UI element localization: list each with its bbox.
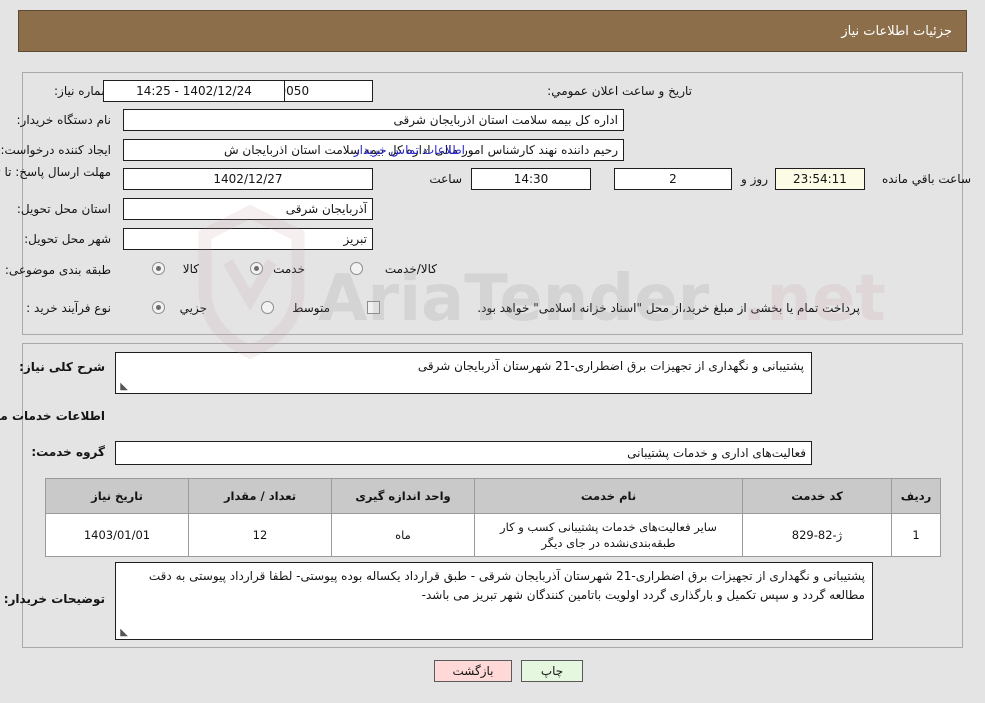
page-title: جزئیات اطلاعات نیاز bbox=[841, 23, 952, 39]
purchase-process-label: نوع فرآیند خرید : bbox=[26, 301, 111, 315]
print-button[interactable]: چاپ bbox=[521, 660, 583, 682]
radio-category-kala-label: کالا bbox=[182, 262, 199, 276]
col-service-code: کد خدمت bbox=[742, 478, 892, 514]
col-need-date: تاریخ نیاز bbox=[45, 478, 189, 514]
remaining-hours-label: ساعت باقي مانده bbox=[881, 172, 971, 186]
radio-process-jozi-label: جزیي bbox=[179, 301, 207, 315]
checkbox-islamic-treasury-docs[interactable] bbox=[367, 301, 380, 314]
buyer-notes-value: پشتیبانی و نگهداری از تجهیزات برق اضطرار… bbox=[148, 569, 865, 602]
cell-service-name: سایر فعالیت‌های خدمات پشتیبانی کسب و کار… bbox=[474, 513, 743, 557]
services-section-title: اطلاعات خدمات مورد نیاز bbox=[0, 409, 105, 423]
radio-category-khedmat[interactable] bbox=[250, 262, 263, 275]
remaining-days-value: 2 bbox=[614, 168, 732, 190]
radio-category-kala-khedmat[interactable] bbox=[350, 262, 363, 275]
radio-process-motevaset-label: متوسط bbox=[292, 301, 330, 315]
col-service-name: نام خدمت bbox=[474, 478, 743, 514]
radio-category-khedmat-label: خدمت bbox=[273, 262, 305, 276]
countdown-timer: 23:54:11 bbox=[775, 168, 865, 190]
page-header-bar: جزئیات اطلاعات نیاز bbox=[18, 10, 967, 52]
general-description-label: شرح کلی نیاز: bbox=[19, 360, 105, 374]
subject-category-label: طبقه بندی موضوعی: bbox=[4, 263, 111, 277]
back-button[interactable]: بازگشت bbox=[434, 660, 512, 682]
col-unit: واحد اندازه گیری bbox=[331, 478, 475, 514]
radio-process-jozi[interactable] bbox=[152, 301, 165, 314]
buyer-notes-label: توضیحات خریدار: bbox=[3, 592, 105, 606]
general-description-box[interactable]: پشتیبانی و نگهداری از تجهیزات برق اضطرار… bbox=[115, 352, 812, 394]
delivery-city-label: شهر محل تحویل: bbox=[24, 232, 111, 246]
table-row: 1 ژ-82-829 سایر فعالیت‌های خدمات پشتیبان… bbox=[45, 513, 941, 557]
cell-unit: ماه bbox=[331, 513, 475, 557]
deadline-date-value: 1402/12/27 bbox=[123, 168, 373, 190]
services-table: ردیف کد خدمت نام خدمت واحد اندازه گیری ت… bbox=[45, 478, 941, 557]
cell-row-no: 1 bbox=[891, 513, 941, 557]
radio-category-kala-khedmat-label: کالا/خدمت bbox=[384, 262, 437, 276]
general-description-value: پشتیبانی و نگهداری از تجهیزات برق اضطرار… bbox=[417, 359, 804, 373]
deadline-label: مهلت ارسال پاسخ: تا تاریخ: bbox=[0, 165, 111, 179]
col-quantity: تعداد / مقدار bbox=[188, 478, 332, 514]
buyer-notes-box[interactable]: پشتیبانی و نگهداری از تجهیزات برق اضطرار… bbox=[115, 562, 873, 640]
col-row-no: ردیف bbox=[891, 478, 941, 514]
radio-process-motevaset[interactable] bbox=[261, 301, 274, 314]
islamic-treasury-docs-label: پرداخت تمام یا بخشی از مبلغ خرید،از محل … bbox=[477, 301, 860, 315]
days-label: روز و bbox=[741, 172, 768, 186]
service-group-value: فعالیت‌های اداری و خدمات پشتیبانی bbox=[115, 441, 812, 465]
buyer-org-label: نام دستگاه خریدار: bbox=[16, 113, 112, 127]
deadline-time-value: 14:30 bbox=[471, 168, 591, 190]
buyer-org-value: اداره کل بیمه سلامت استان اذربایجان شرقی bbox=[123, 109, 624, 131]
hour-label: ساعت bbox=[429, 172, 462, 186]
delivery-city-value: تبریز bbox=[123, 228, 373, 250]
buyer-contact-link[interactable]: اطلاعات تماس خریدار bbox=[354, 143, 465, 157]
cell-service-code: ژ-82-829 bbox=[742, 513, 892, 557]
need-details-page: AriaTender .net جزئیات اطلاعات نیاز شمار… bbox=[0, 0, 985, 703]
public-announce-value: 1402/12/24 - 14:25 bbox=[103, 80, 285, 102]
table-header-row: ردیف کد خدمت نام خدمت واحد اندازه گیری ت… bbox=[45, 478, 941, 514]
cell-need-date: 1403/01/01 bbox=[45, 513, 189, 557]
radio-category-kala[interactable] bbox=[152, 262, 165, 275]
public-announce-label: تاریخ و ساعت اعلان عمومي: bbox=[547, 84, 692, 98]
resize-grip-icon[interactable]: ◣ bbox=[118, 628, 128, 638]
resize-grip-icon[interactable]: ◣ bbox=[118, 382, 128, 392]
requester-label: ایجاد کننده درخواست: bbox=[0, 143, 111, 157]
delivery-province-label: استان محل تحویل: bbox=[16, 202, 111, 216]
service-group-label: گروه خدمت: bbox=[31, 445, 105, 459]
cell-quantity: 12 bbox=[188, 513, 332, 557]
delivery-province-value: آذربایجان شرقی bbox=[123, 198, 373, 220]
